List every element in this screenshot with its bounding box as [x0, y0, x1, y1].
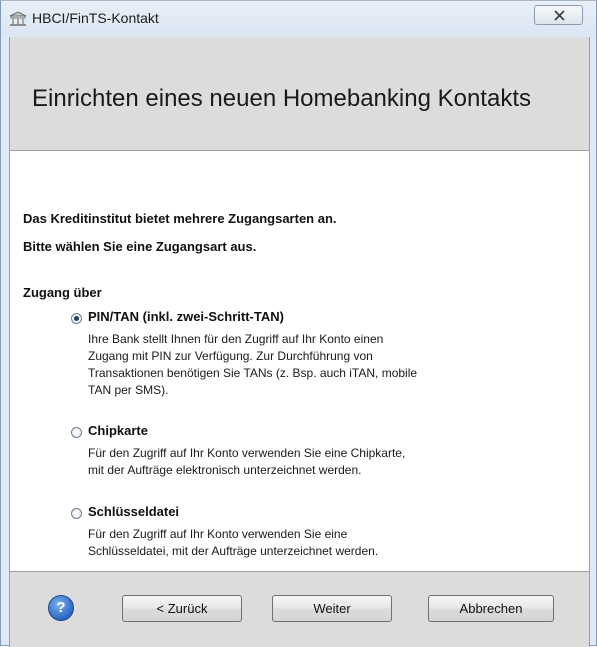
- option-description-pintan: Ihre Bank stellt Ihnen für den Zugriff a…: [88, 331, 417, 399]
- radio-chipkarte[interactable]: [71, 427, 82, 438]
- option-label-chipkarte[interactable]: Chipkarte: [88, 423, 148, 438]
- option-description-chipkarte: Für den Zugriff auf Ihr Konto verwenden …: [88, 445, 405, 479]
- description-line: Für den Zugriff auf Ihr Konto verwenden …: [88, 446, 406, 460]
- bank-building-icon: [9, 11, 27, 27]
- group-label: Zugang über: [23, 285, 102, 300]
- description-line: mit der Aufträge elektronisch unterzeich…: [88, 463, 362, 477]
- description-line: Transaktionen benötigen Sie TANs (z. Bsp…: [88, 366, 418, 380]
- page-title: Einrichten eines neuen Homebanking Konta…: [32, 85, 531, 112]
- close-icon: [554, 10, 565, 21]
- dialog-window: HBCI/FinTS-Kontakt Einrichten eines neue…: [0, 0, 597, 647]
- description-line: TAN per SMS).: [88, 383, 169, 397]
- close-button[interactable]: [534, 5, 583, 25]
- radio-pintan[interactable]: [71, 313, 82, 324]
- dialog-client-area: Einrichten eines neuen Homebanking Konta…: [9, 37, 590, 647]
- back-button[interactable]: < Zurück: [122, 595, 242, 622]
- window-title: HBCI/FinTS-Kontakt: [32, 10, 159, 26]
- intro-line-2: Bitte wählen Sie eine Zugangsart aus.: [23, 239, 257, 254]
- description-line: Für den Zugriff auf Ihr Konto verwenden …: [88, 527, 348, 541]
- header-band: Einrichten eines neuen Homebanking Konta…: [10, 37, 589, 151]
- intro-line-1: Das Kreditinstitut bietet mehrere Zugang…: [23, 211, 337, 226]
- description-line: Ihre Bank stellt Ihnen für den Zugriff a…: [88, 332, 384, 346]
- cancel-button[interactable]: Abbrechen: [428, 595, 554, 622]
- title-bar[interactable]: HBCI/FinTS-Kontakt: [1, 1, 596, 37]
- radio-schluesseldatei[interactable]: [71, 508, 82, 519]
- help-button[interactable]: ?: [48, 595, 74, 621]
- option-label-pintan[interactable]: PIN/TAN (inkl. zwei-Schritt-TAN): [88, 309, 284, 324]
- description-line: Zugang mit PIN zur Verfügung. Zur Durchf…: [88, 349, 373, 363]
- button-bar: ? < Zurück Weiter Abbrechen: [10, 571, 589, 647]
- next-button[interactable]: Weiter: [272, 595, 392, 622]
- description-line: Schlüsseldatei, mit der Aufträge unterze…: [88, 544, 379, 558]
- option-label-schluesseldatei[interactable]: Schlüsseldatei: [88, 504, 179, 519]
- help-icon: ?: [56, 599, 66, 616]
- option-description-schluesseldatei: Für den Zugriff auf Ihr Konto verwenden …: [88, 526, 378, 560]
